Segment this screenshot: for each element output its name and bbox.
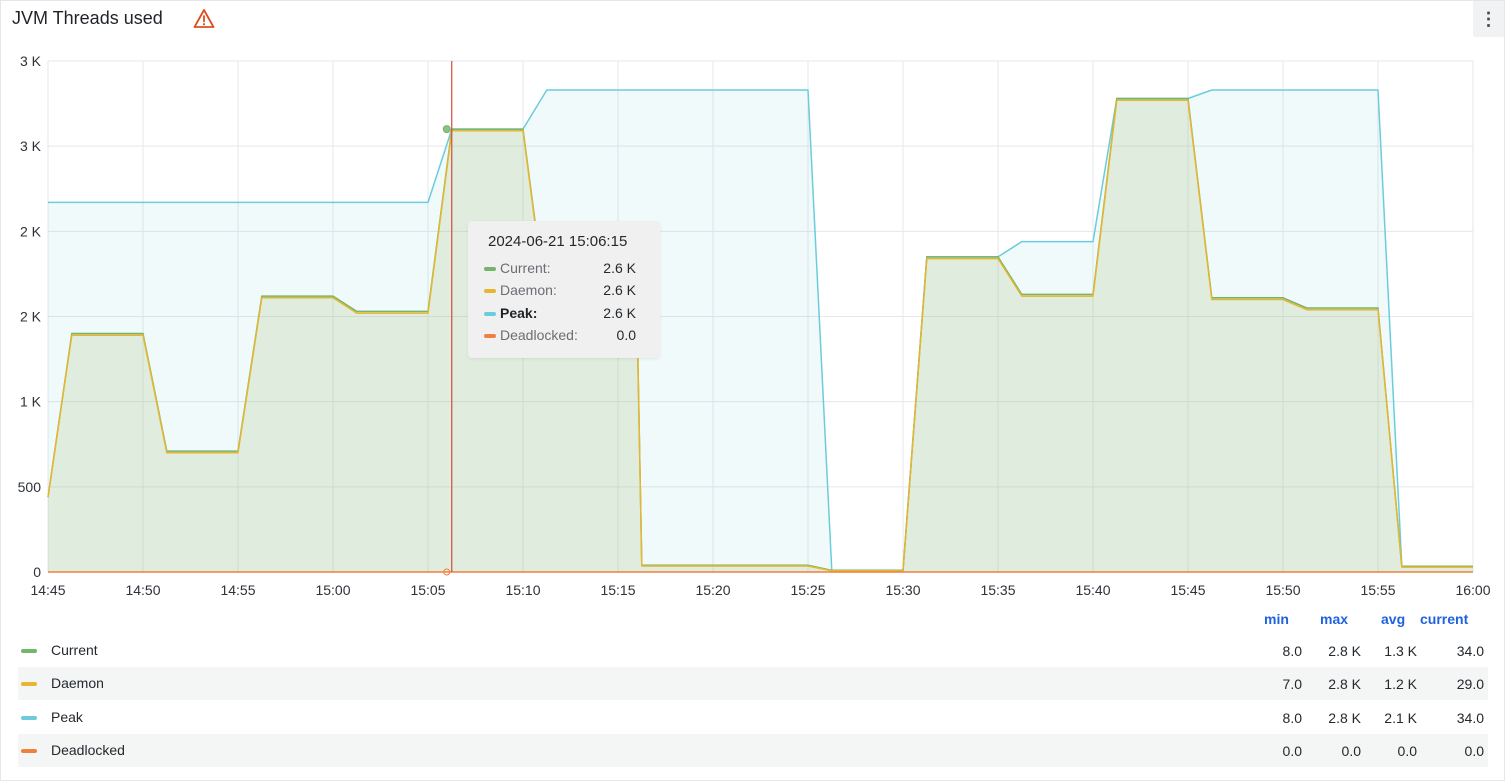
legend-header-avg[interactable]: avg [1381, 611, 1405, 627]
legend-series-name[interactable]: Peak [51, 709, 83, 725]
tooltip-time: 2024-06-21 15:06:15 [488, 233, 628, 250]
y-tick-label: 0 [33, 564, 41, 580]
legend-avg: 0.0 [1397, 743, 1417, 759]
y-tick-label: 2 K [20, 309, 42, 325]
legend-header-max[interactable]: max [1320, 611, 1348, 627]
legend-row-daemon[interactable]: Daemon 7.0 2.8 K 1.2 K 29.0 [18, 667, 1488, 700]
daemon-swatch [484, 289, 496, 293]
hover-point [442, 125, 451, 134]
x-tick-label: 15:20 [695, 582, 730, 598]
x-tick-label: 15:05 [410, 582, 445, 598]
x-tick-label: 14:55 [220, 582, 255, 598]
x-tick-label: 15:35 [980, 582, 1015, 598]
y-tick-label: 500 [18, 479, 42, 495]
tooltip-value: 2.6 K [603, 282, 636, 298]
legend-min: 0.0 [1282, 743, 1302, 759]
x-tick-label: 15:45 [1170, 582, 1205, 598]
legend-series-name[interactable]: Daemon [51, 675, 104, 691]
legend-max: 0.0 [1341, 743, 1361, 759]
x-tick-label: 16:00 [1455, 582, 1490, 598]
y-tick-label: 3 K [20, 53, 42, 69]
tooltip-value: 2.6 K [603, 260, 636, 276]
legend-series-name[interactable]: Current [51, 642, 98, 658]
peak-swatch [484, 312, 496, 316]
legend-max: 2.8 K [1328, 643, 1361, 659]
x-tick-label: 15:50 [1265, 582, 1300, 598]
x-tick-label: 15:00 [315, 582, 350, 598]
y-tick-label: 3 K [20, 138, 42, 154]
tooltip-label: Peak: [500, 305, 538, 321]
legend-header-min[interactable]: min [1264, 611, 1289, 627]
chart: 0 500 1 K 2 K 2 K 3 K 3 K 14:45 14:50 14:55 15:00 1… [18, 53, 1491, 598]
legend-current: 0.0 [1464, 743, 1484, 759]
legend-min: 8.0 [1282, 643, 1302, 659]
panel: JVM Threads used ⋮ 0 500 1 K 2 K 2 K 3 K 3 K 14… [0, 0, 1505, 781]
legend-series-name[interactable]: Deadlocked [51, 742, 125, 758]
x-tick-label: 15:10 [505, 582, 540, 598]
tooltip-row-peak: Peak: 2.6 K [484, 304, 648, 324]
tooltip-row-daemon: Daemon: 2.6 K [484, 281, 648, 301]
y-tick-label: 2 K [20, 223, 42, 239]
legend-row-deadlocked[interactable]: Deadlocked 0.0 0.0 0.0 0.0 [18, 734, 1488, 767]
legend-header-current[interactable]: current [1420, 611, 1468, 627]
daemon-swatch[interactable] [21, 682, 37, 686]
legend-current: 29.0 [1456, 676, 1484, 692]
peak-swatch[interactable] [21, 716, 37, 720]
tooltip-value: 0.0 [616, 327, 636, 343]
warning-triangle-icon[interactable] [193, 8, 215, 30]
tooltip-label: Deadlocked: [500, 327, 578, 343]
x-tick-label: 14:50 [125, 582, 160, 598]
current-swatch[interactable] [21, 649, 37, 653]
x-tick-label: 15:30 [885, 582, 920, 598]
tooltip: 2024-06-21 15:06:15 Current: 2.6 K Daemo… [468, 221, 660, 358]
x-tick-label: 14:45 [30, 582, 65, 598]
x-tick-label: 15:55 [1360, 582, 1395, 598]
panel-title[interactable]: JVM Threads used [12, 8, 163, 29]
tooltip-label: Daemon: [500, 282, 557, 298]
deadlocked-swatch [484, 334, 496, 338]
legend-row-peak[interactable]: Peak 8.0 2.8 K 2.1 K 34.0 [18, 701, 1488, 734]
legend-max: 2.8 K [1328, 676, 1361, 692]
tooltip-label: Current: [500, 260, 551, 276]
y-tick-label: 1 K [20, 394, 42, 410]
current-swatch [484, 267, 496, 271]
legend-row-current[interactable]: Current 8.0 2.8 K 1.3 K 34.0 [18, 634, 1488, 667]
tooltip-row-deadlocked: Deadlocked: 0.0 [484, 326, 648, 346]
x-tick-label: 15:15 [600, 582, 635, 598]
legend-min: 7.0 [1282, 676, 1302, 692]
vertical-dots-icon[interactable]: ⋮ [1473, 1, 1504, 37]
tooltip-value: 2.6 K [603, 305, 636, 321]
deadlocked-swatch[interactable] [21, 749, 37, 753]
legend-current: 34.0 [1456, 710, 1484, 726]
legend-max: 2.8 K [1328, 710, 1361, 726]
x-tick-label: 15:25 [790, 582, 825, 598]
legend-avg: 2.1 K [1384, 710, 1417, 726]
legend-avg: 1.2 K [1384, 676, 1417, 692]
legend-avg: 1.3 K [1384, 643, 1417, 659]
legend-current: 34.0 [1456, 643, 1484, 659]
tooltip-row-current: Current: 2.6 K [484, 259, 648, 279]
legend-min: 8.0 [1282, 710, 1302, 726]
x-tick-label: 15:40 [1075, 582, 1110, 598]
